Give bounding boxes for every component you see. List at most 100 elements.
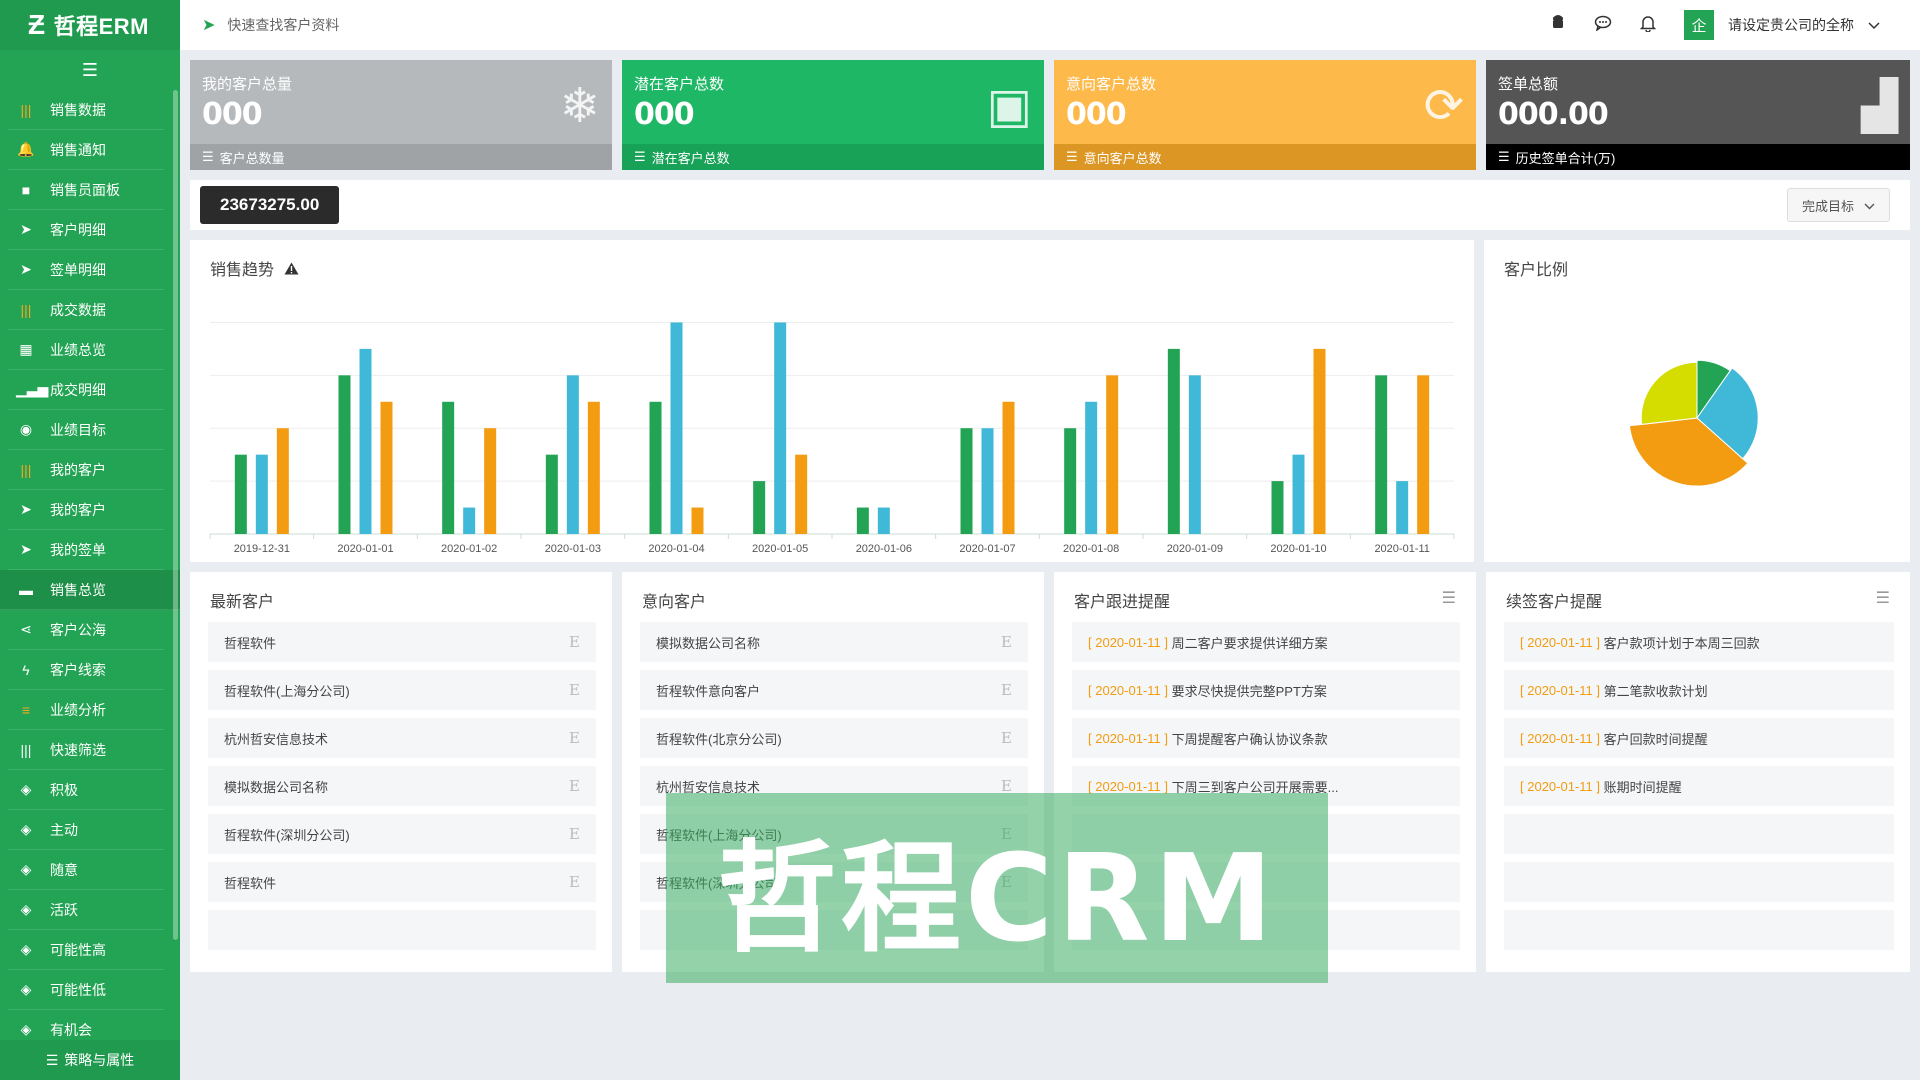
stat-footer[interactable]: ☰ 潜在客户总数 [622, 144, 1044, 170]
sidebar-item[interactable]: ◈ 积极 [8, 770, 164, 810]
sidebar-scrollbar[interactable] [173, 90, 178, 940]
list-item[interactable]: 哲程软件(上海分公司) E [208, 670, 596, 710]
bar[interactable] [276, 428, 289, 534]
bar[interactable] [1188, 375, 1201, 534]
list-item[interactable]: 模拟数据公司名称 E [640, 622, 1028, 662]
sidebar-item[interactable]: ▦ 业绩总览 [8, 330, 164, 370]
sidebar-item[interactable]: ≡ 业绩分析 [8, 690, 164, 730]
quick-search-link[interactable]: 快速查找客户资料 [227, 15, 339, 35]
edit-icon[interactable]: E [569, 633, 580, 651]
sidebar-item[interactable]: ||| 销售数据 [8, 90, 164, 130]
sidebar-item[interactable]: ||| 成交数据 [8, 290, 164, 330]
bar[interactable] [1085, 401, 1098, 534]
bar[interactable] [484, 428, 497, 534]
sidebar-item[interactable]: ■ 销售员面板 [8, 170, 164, 210]
goal-dropdown-button[interactable]: 完成目标 [1786, 188, 1890, 222]
sidebar-item[interactable]: ◈ 主动 [8, 810, 164, 850]
bar[interactable] [856, 507, 869, 534]
bar[interactable] [1417, 375, 1430, 534]
bar[interactable] [442, 401, 455, 534]
list-item[interactable]: [ 2020-01-11 ] 周二客户要求提供详细方案 [1072, 622, 1460, 662]
stat-card[interactable]: 我的客户总量 000 ❄ ☰ 客户总数量 [190, 60, 612, 170]
edit-icon[interactable]: E [1001, 633, 1012, 651]
bar[interactable] [463, 507, 476, 534]
list-item[interactable]: [ 2020-01-11 ] 要求尽快提供完整PPT方案 [1072, 670, 1460, 710]
list-item[interactable]: [ 2020-01-11 ] 客户回款时间提醒 [1504, 718, 1894, 758]
bar[interactable] [1167, 348, 1180, 534]
panel-menu-icon[interactable]: ☰ [1876, 588, 1890, 608]
sidebar-item[interactable]: ▁▃▅ 成交明细 [8, 370, 164, 410]
bar[interactable] [753, 481, 766, 534]
edit-icon[interactable]: E [569, 729, 580, 747]
sidebar-toggle-button[interactable]: ☰ [0, 50, 180, 90]
bar[interactable] [380, 401, 393, 534]
stat-card[interactable]: 潜在客户总数 000 ▣ ☰ 潜在客户总数 [622, 60, 1044, 170]
sidebar-item[interactable]: ➤ 我的签单 [8, 530, 164, 570]
bar[interactable] [234, 454, 247, 534]
stat-card[interactable]: 意向客户总数 000 ⟳ ☰ 意向客户总数 [1054, 60, 1476, 170]
list-item[interactable]: 哲程软件 E [208, 622, 596, 662]
bar[interactable] [1375, 375, 1388, 534]
list-item[interactable]: 模拟数据公司名称 E [208, 766, 596, 806]
bar[interactable] [338, 375, 351, 534]
sidebar-item[interactable]: ||| 我的客户 [8, 450, 164, 490]
stat-footer[interactable]: ☰ 历史签单合计(万) [1486, 144, 1910, 170]
stat-footer[interactable]: ☰ 客户总数量 [190, 144, 612, 170]
bar[interactable] [545, 454, 558, 534]
sidebar-item[interactable]: ||| 快速筛选 [8, 730, 164, 770]
edit-icon[interactable]: E [1001, 681, 1012, 699]
sidebar-item[interactable]: ϟ 客户线索 [8, 650, 164, 690]
list-item[interactable]: [ 2020-01-11 ] 下周提醒客户确认协议条款 [1072, 718, 1460, 758]
panel-menu-icon[interactable]: ☰ [1442, 588, 1456, 608]
bar[interactable] [359, 348, 372, 534]
android-icon[interactable] [1550, 15, 1566, 36]
edit-icon[interactable]: E [569, 873, 580, 891]
bar[interactable] [566, 375, 579, 534]
list-item[interactable]: 哲程软件意向客户 E [640, 670, 1028, 710]
company-dropdown[interactable]: 企 请设定贵公司的全称 [1684, 10, 1880, 40]
list-item[interactable]: 杭州哲安信息技术 E [208, 718, 596, 758]
bar[interactable] [981, 428, 994, 534]
bar[interactable] [1313, 348, 1326, 534]
sidebar-item[interactable]: ◈ 随意 [8, 850, 164, 890]
sidebar-item[interactable]: ▬ 销售总览 [0, 570, 180, 610]
bar[interactable] [795, 454, 808, 534]
bar[interactable] [1396, 481, 1409, 534]
edit-icon[interactable]: E [569, 681, 580, 699]
bar[interactable] [1106, 375, 1119, 534]
bar[interactable] [1271, 481, 1284, 534]
list-item[interactable]: [ 2020-01-11 ] 客户款项计划于本周三回款 [1504, 622, 1894, 662]
sidebar-item[interactable]: ◉ 业绩目标 [8, 410, 164, 450]
stat-footer[interactable]: ☰ 意向客户总数 [1054, 144, 1476, 170]
bar[interactable] [1292, 454, 1305, 534]
list-item[interactable]: [ 2020-01-11 ] 账期时间提醒 [1504, 766, 1894, 806]
sidebar-footer-button[interactable]: ☰ 策略与属性 [0, 1040, 180, 1080]
sidebar-item[interactable]: 🔔 销售通知 [8, 130, 164, 170]
bar[interactable] [877, 507, 890, 534]
sidebar-item[interactable]: ◈ 活跃 [8, 890, 164, 930]
chat-icon[interactable] [1594, 15, 1612, 36]
bell-icon[interactable] [1639, 14, 1657, 37]
edit-icon[interactable]: E [1001, 729, 1012, 747]
list-item[interactable]: 哲程软件(北京分公司) E [640, 718, 1028, 758]
sidebar-item[interactable]: ◈ 可能性高 [8, 930, 164, 970]
sidebar-item[interactable]: ◈ 可能性低 [8, 970, 164, 1010]
list-item[interactable]: 哲程软件 E [208, 862, 596, 902]
sidebar-item[interactable]: ➤ 签单明细 [8, 250, 164, 290]
sidebar-item[interactable]: ⋖ 客户公海 [8, 610, 164, 650]
bar[interactable] [691, 507, 704, 534]
bar[interactable] [670, 322, 683, 534]
bar[interactable] [1002, 401, 1015, 534]
bar[interactable] [774, 322, 787, 534]
sidebar-item[interactable]: ➤ 客户明细 [8, 210, 164, 250]
bar[interactable] [1064, 428, 1077, 534]
brand[interactable]: Ƶ 哲程ERM [0, 0, 180, 50]
bar[interactable] [255, 454, 268, 534]
list-item[interactable]: [ 2020-01-11 ] 第二笔款收款计划 [1504, 670, 1894, 710]
edit-icon[interactable]: E [569, 777, 580, 795]
bar[interactable] [649, 401, 662, 534]
pie-slice[interactable] [1640, 361, 1698, 425]
bar[interactable] [960, 428, 973, 534]
list-item[interactable]: 哲程软件(深圳分公司) E [208, 814, 596, 854]
stat-card[interactable]: 签单总额 000.00 ▟ ☰ 历史签单合计(万) [1486, 60, 1910, 170]
